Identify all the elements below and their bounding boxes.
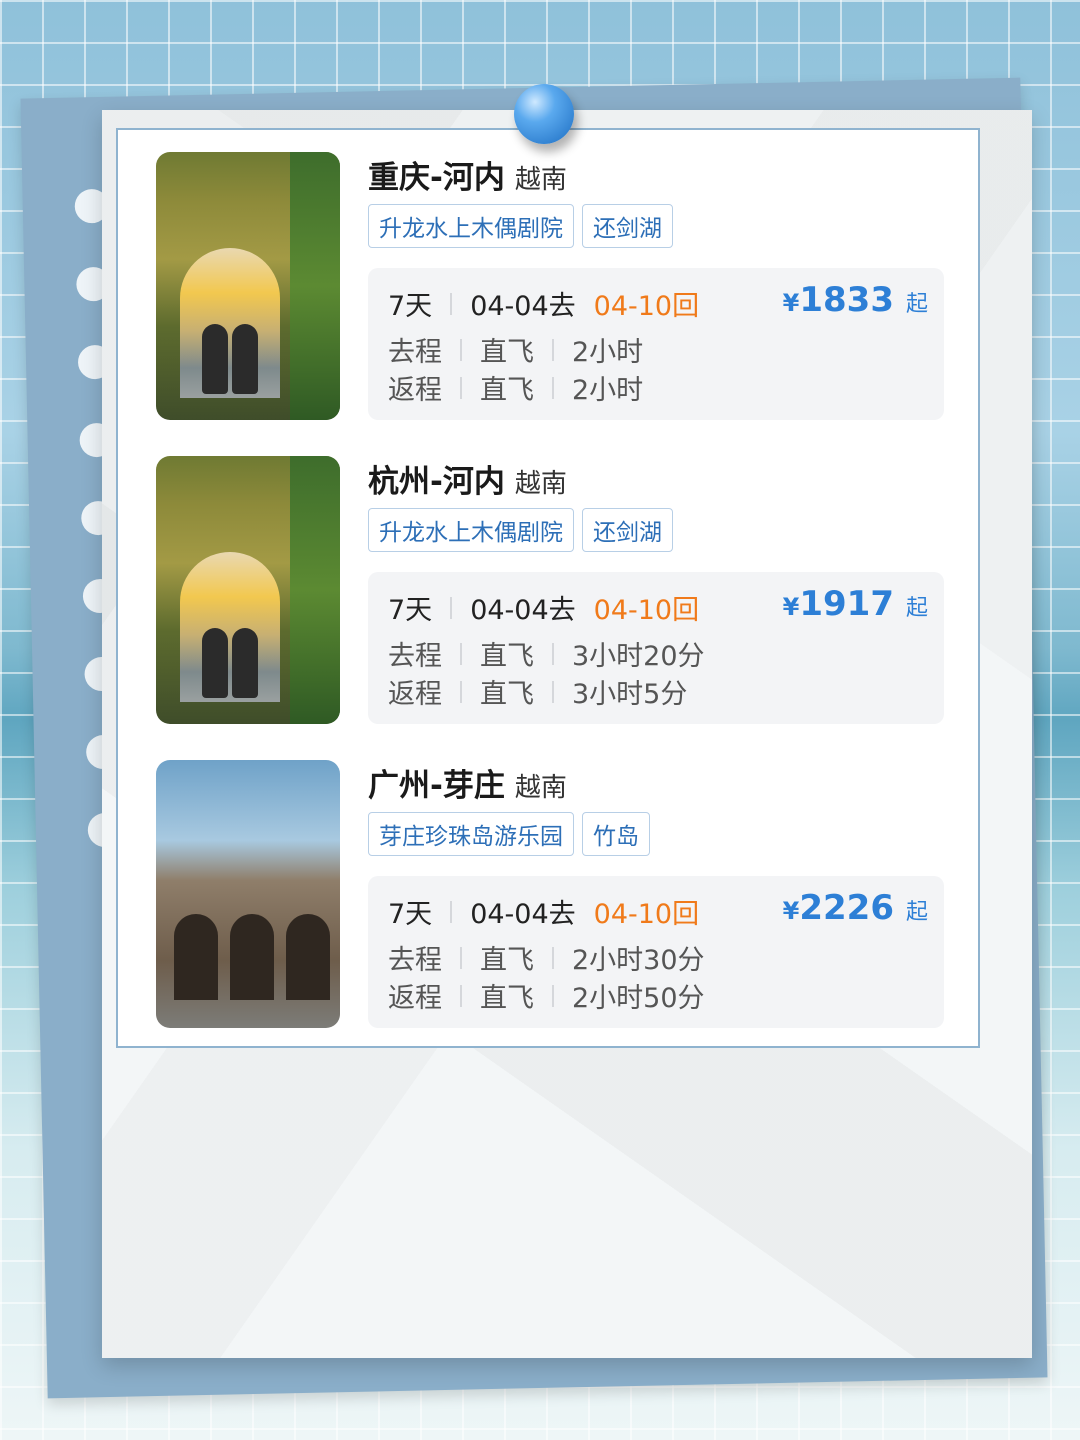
price-suffix: 起 xyxy=(905,900,928,925)
trip-country: 越南 xyxy=(514,773,567,803)
price-suffix: 起 xyxy=(905,596,928,621)
return-date: 04-10回 xyxy=(593,595,700,626)
flight-info-box: 7天 04-04去 04-10回 ¥ 2226 起 去程 直飞 2小时30分 返… xyxy=(368,876,944,1028)
inbound-label: 返程 xyxy=(388,679,442,710)
inbound-duration: 2小时50分 xyxy=(572,983,705,1014)
price: ¥ 2226 起 xyxy=(782,888,928,928)
inbound-label: 返程 xyxy=(388,983,442,1014)
trip-days: 7天 xyxy=(388,291,433,322)
push-pin-icon xyxy=(514,84,574,144)
trip-days: 7天 xyxy=(388,595,433,626)
attraction-tag[interactable]: 竹岛 xyxy=(582,812,650,856)
trip-item[interactable]: 重庆-河内 越南 升龙水上木偶剧院 还剑湖 7天 04-04去 04-10回 ¥… xyxy=(156,152,946,420)
trip-photo xyxy=(156,456,340,724)
inbound-duration: 3小时5分 xyxy=(572,679,688,710)
trip-route: 广州-芽庄 xyxy=(368,768,505,804)
attraction-tag[interactable]: 升龙水上木偶剧院 xyxy=(368,508,574,552)
attraction-tag[interactable]: 还剑湖 xyxy=(582,204,673,248)
attraction-tag[interactable]: 升龙水上木偶剧院 xyxy=(368,204,574,248)
inbound-type: 直飞 xyxy=(480,983,534,1014)
trip-photo xyxy=(156,760,340,1028)
depart-date: 04-04去 xyxy=(470,291,576,322)
trip-route: 杭州-河内 xyxy=(368,464,505,500)
inbound-type: 直飞 xyxy=(480,679,534,710)
trip-days: 7天 xyxy=(388,899,433,930)
outbound-duration: 2小时30分 xyxy=(572,945,705,976)
trip-country: 越南 xyxy=(514,165,567,195)
trip-route: 重庆-河内 xyxy=(368,160,505,196)
outbound-label: 去程 xyxy=(388,337,442,368)
flight-info-box: 7天 04-04去 04-10回 ¥ 1833 起 去程 直飞 2小时 返程 直… xyxy=(368,268,944,420)
price-amount: 1833 xyxy=(799,280,894,320)
price-amount: 1917 xyxy=(799,584,894,624)
price-suffix: 起 xyxy=(905,292,928,317)
inbound-label: 返程 xyxy=(388,375,442,406)
outbound-type: 直飞 xyxy=(480,337,534,368)
price: ¥ 1917 起 xyxy=(782,584,928,624)
attraction-tag[interactable]: 芽庄珍珠岛游乐园 xyxy=(368,812,574,856)
outbound-label: 去程 xyxy=(388,945,442,976)
price-amount: 2226 xyxy=(799,888,894,928)
return-date: 04-10回 xyxy=(593,291,700,322)
depart-date: 04-04去 xyxy=(470,899,576,930)
inbound-type: 直飞 xyxy=(480,375,534,406)
return-date: 04-10回 xyxy=(593,899,700,930)
trip-country: 越南 xyxy=(514,469,567,499)
trip-list-card: 重庆-河内 越南 升龙水上木偶剧院 还剑湖 7天 04-04去 04-10回 ¥… xyxy=(116,128,980,1048)
outbound-label: 去程 xyxy=(388,641,442,672)
price: ¥ 1833 起 xyxy=(782,280,928,320)
trip-photo xyxy=(156,152,340,420)
depart-date: 04-04去 xyxy=(470,595,576,626)
outbound-duration: 2小时 xyxy=(572,337,644,368)
outbound-type: 直飞 xyxy=(480,641,534,672)
flight-info-box: 7天 04-04去 04-10回 ¥ 1917 起 去程 直飞 3小时20分 返… xyxy=(368,572,944,724)
inbound-duration: 2小时 xyxy=(572,375,644,406)
outbound-type: 直飞 xyxy=(480,945,534,976)
trip-item[interactable]: 广州-芽庄 越南 芽庄珍珠岛游乐园 竹岛 7天 04-04去 04-10回 ¥ … xyxy=(156,760,946,1028)
attraction-tag[interactable]: 还剑湖 xyxy=(582,508,673,552)
trip-item[interactable]: 杭州-河内 越南 升龙水上木偶剧院 还剑湖 7天 04-04去 04-10回 ¥… xyxy=(156,456,946,724)
outbound-duration: 3小时20分 xyxy=(572,641,705,672)
